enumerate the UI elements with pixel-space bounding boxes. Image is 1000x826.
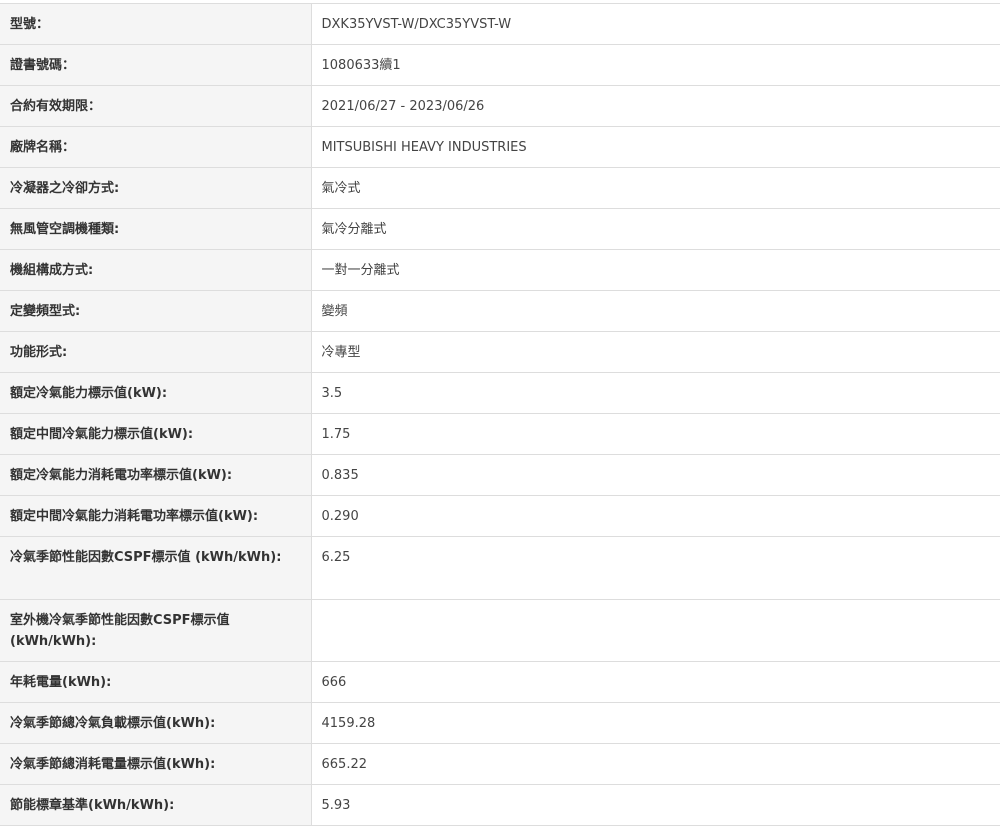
row-label: 額定中間冷氣能力標示值(kW): [0, 413, 312, 455]
row-value: 1.75 [311, 413, 1000, 455]
table-row-rated-power-input: 額定冷氣能力消耗電功率標示值(kW): 0.835 [0, 454, 1000, 496]
row-label: 功能形式: [0, 331, 312, 373]
row-value: 0.835 [311, 454, 1000, 496]
table-row-rated-intermediate-capacity: 額定中間冷氣能力標示值(kW): 1.75 [0, 413, 1000, 455]
row-value: MITSUBISHI HEAVY INDUSTRIES [311, 126, 1000, 168]
row-value: 666 [311, 661, 1000, 703]
row-label: 額定冷氣能力消耗電功率標示值(kW): [0, 454, 312, 496]
table-row-brand-name: 廠牌名稱： MITSUBISHI HEAVY INDUSTRIES [0, 126, 1000, 168]
row-label: 額定冷氣能力標示值(kW): [0, 372, 312, 414]
row-value: 665.22 [311, 743, 1000, 785]
table-row-seasonal-cooling-load: 冷氣季節總冷氣負載標示值(kWh): 4159.28 [0, 702, 1000, 744]
row-label: 冷氣季節總冷氣負載標示值(kWh): [0, 702, 312, 744]
table-row-ductless-type: 無風管空調機種類: 氣冷分離式 [0, 208, 1000, 250]
row-value: 1080633續1 [311, 44, 1000, 86]
row-value: 一對一分離式 [311, 249, 1000, 291]
row-label: 合約有效期限： [0, 85, 312, 127]
spec-table: 型號： DXK35YVST-W/DXC35YVST-W 證書號碼： 108063… [0, 3, 1000, 826]
row-label: 廠牌名稱： [0, 126, 312, 168]
table-row-annual-consumption: 年耗電量(kWh): 666 [0, 661, 1000, 703]
table-row-cspf: 冷氣季節性能因數CSPF標示值 (kWh/kWh): 6.25 [0, 536, 1000, 600]
table-row-condenser-cooling: 冷凝器之冷卻方式: 氣冷式 [0, 167, 1000, 209]
row-label: 節能標章基準(kWh/kWh): [0, 784, 312, 826]
table-row-outdoor-cspf: 室外機冷氣季節性能因數CSPF標示值 (kWh/kWh): [0, 598, 1000, 662]
row-label: 年耗電量(kWh): [0, 661, 312, 703]
row-value: 6.25 [311, 536, 1000, 600]
row-label: 型號： [0, 3, 312, 45]
table-row-unit-configuration: 機組構成方式: 一對一分離式 [0, 249, 1000, 291]
row-value: 氣冷分離式 [311, 208, 1000, 250]
row-value: 2021/06/27 - 2023/06/26 [311, 85, 1000, 127]
row-label: 冷氣季節總消耗電量標示值(kWh): [0, 743, 312, 785]
row-value: 變頻 [311, 290, 1000, 332]
table-row-model: 型號： DXK35YVST-W/DXC35YVST-W [0, 3, 1000, 45]
row-value [311, 598, 1000, 662]
table-row-rated-cooling-capacity: 額定冷氣能力標示值(kW): 3.5 [0, 372, 1000, 414]
row-value: DXK35YVST-W/DXC35YVST-W [311, 3, 1000, 45]
row-label: 機組構成方式: [0, 249, 312, 291]
table-row-certificate-number: 證書號碼： 1080633續1 [0, 44, 1000, 86]
table-row-rated-intermediate-power-input: 額定中間冷氣能力消耗電功率標示值(kW): 0.290 [0, 495, 1000, 537]
row-label: 額定中間冷氣能力消耗電功率標示值(kW): [0, 495, 312, 537]
row-label: 冷氣季節性能因數CSPF標示值 (kWh/kWh): [0, 536, 312, 600]
row-value: 氣冷式 [311, 167, 1000, 209]
row-label: 無風管空調機種類: [0, 208, 312, 250]
row-value: 0.290 [311, 495, 1000, 537]
row-value: 冷專型 [311, 331, 1000, 373]
row-value: 5.93 [311, 784, 1000, 826]
table-row-function-type: 功能形式: 冷專型 [0, 331, 1000, 373]
table-row-seasonal-power-consumption: 冷氣季節總消耗電量標示值(kWh): 665.22 [0, 743, 1000, 785]
row-label: 證書號碼： [0, 44, 312, 86]
row-value: 3.5 [311, 372, 1000, 414]
row-label: 室外機冷氣季節性能因數CSPF標示值 (kWh/kWh): [0, 598, 312, 662]
table-row-inverter-type: 定變頻型式: 變頻 [0, 290, 1000, 332]
row-value: 4159.28 [311, 702, 1000, 744]
table-row-contract-period: 合約有效期限： 2021/06/27 - 2023/06/26 [0, 85, 1000, 127]
row-label: 冷凝器之冷卻方式: [0, 167, 312, 209]
table-row-energy-label-standard: 節能標章基準(kWh/kWh): 5.93 [0, 784, 1000, 826]
row-label: 定變頻型式: [0, 290, 312, 332]
